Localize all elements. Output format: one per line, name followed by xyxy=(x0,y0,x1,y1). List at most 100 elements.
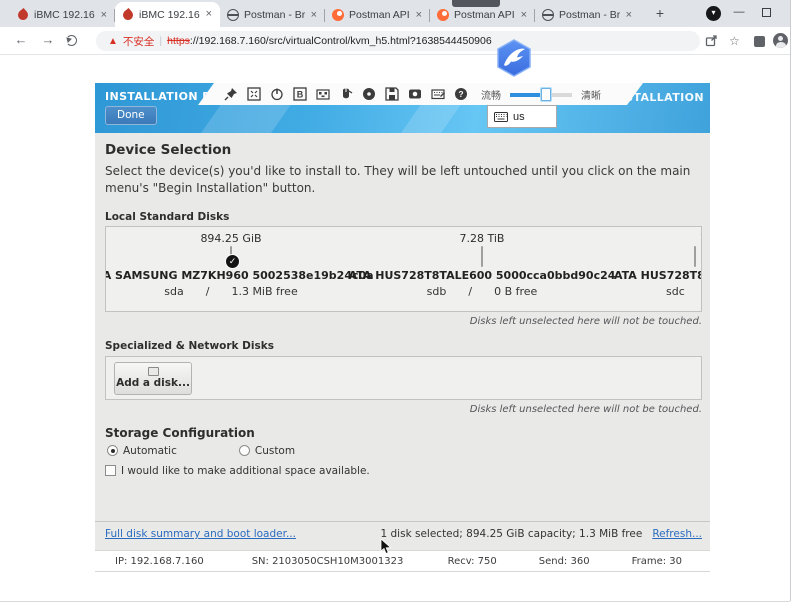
tab-close-icon[interactable]: × xyxy=(520,10,528,21)
svg-text:?: ? xyxy=(458,89,463,99)
globe-favicon xyxy=(542,9,554,21)
globe-favicon xyxy=(227,9,239,21)
disk-sda[interactable]: 894.25 GiB ✓ ATA SAMSUNG MZ7KH960 500253… xyxy=(106,232,356,311)
storage-configuration-heading: Storage Configuration xyxy=(105,426,710,440)
tab-close-icon[interactable]: × xyxy=(310,10,318,21)
minimize-button[interactable]: — xyxy=(726,4,752,22)
intro-text: Select the device(s) you'd like to insta… xyxy=(105,163,696,198)
window-bottom-edge xyxy=(0,601,790,602)
network-disks-label: Specialized & Network Disks xyxy=(105,340,710,352)
disk-size: 7 xyxy=(700,232,702,245)
disk-drive-icon: ✓ xyxy=(230,247,232,266)
tab-ibmc-1[interactable]: iBMC 192.168.7.16 × xyxy=(10,3,115,27)
local-disks-box: 894.25 GiB ✓ ATA SAMSUNG MZ7KH960 500253… xyxy=(105,226,702,312)
radio-custom-label: Custom xyxy=(255,445,295,457)
bookmark-star-icon[interactable]: ☆ xyxy=(729,34,740,48)
profile-avatar[interactable] xyxy=(773,33,788,48)
keyboard-layout-label: us xyxy=(513,111,525,123)
back-icon[interactable]: ← xyxy=(12,32,30,47)
url-scheme: https xyxy=(167,35,190,47)
window-right-edge xyxy=(790,0,791,601)
security-label[interactable]: 不安全 xyxy=(123,34,155,49)
radio-automatic[interactable]: Automatic xyxy=(107,445,177,457)
screen: iBMC 192.168.7.16 × iBMC 192.168.7.16 × … xyxy=(0,0,807,607)
disk-dev: sda xyxy=(164,285,183,298)
disk-name: ATA SAMSUNG MZ7KH960 5002538e19b24c0a xyxy=(105,269,374,282)
reload-icon[interactable] xyxy=(66,35,77,46)
record-video-icon[interactable] xyxy=(408,87,422,101)
tab-title: iBMC 192.168.7.16 xyxy=(34,9,95,21)
status-frame: Frame: 30 xyxy=(632,556,682,567)
help-icon[interactable]: ? xyxy=(454,87,468,101)
quality-smooth-label: 流畅 xyxy=(481,87,501,102)
tab-postman-api-1[interactable]: Postman API Platfo × xyxy=(325,3,430,27)
refresh-link[interactable]: Refresh... xyxy=(652,528,702,540)
add-disk-label: Add a disk... xyxy=(116,377,190,389)
quality-sharp-label: 清晰 xyxy=(581,87,601,102)
tab-close-icon[interactable]: × xyxy=(415,10,423,21)
slider-handle[interactable] xyxy=(541,88,551,101)
url-rest: ://192.168.7.160/src/virtualControl/kvm_… xyxy=(190,35,492,47)
done-button[interactable]: Done xyxy=(105,106,157,125)
quality-slider[interactable] xyxy=(510,88,572,101)
tab-postman-browse-2[interactable]: Postman - Browse × xyxy=(535,3,640,27)
tab-postman-browse-1[interactable]: Postman - Browse × xyxy=(220,3,325,27)
extensions-icon[interactable] xyxy=(754,36,765,47)
selection-summary: 1 disk selected; 894.25 GiB capacity; 1.… xyxy=(381,528,643,540)
unselected-note: Disks left unselected here will not be t… xyxy=(95,316,702,327)
keyboard-layout-indicator[interactable]: us xyxy=(487,105,557,128)
b-key-icon[interactable]: B xyxy=(293,87,307,101)
address-input[interactable]: ▲ 不安全 | https://192.168.7.160/src/virtua… xyxy=(96,31,700,51)
tab-close-icon[interactable]: × xyxy=(100,10,108,21)
disk-free: 0 B free xyxy=(494,285,537,298)
add-disk-button[interactable]: Add a disk... xyxy=(114,362,192,395)
status-sn: SN: 2103050CSH10M3001323 xyxy=(252,556,404,567)
checkbox-icon[interactable] xyxy=(105,465,116,476)
radio-unselected-icon[interactable] xyxy=(239,445,250,456)
tab-title: Postman API Platfo xyxy=(454,9,515,21)
kvm-toolbar: B xyxy=(198,83,643,105)
disk-name: ATA HUS728T8TAL xyxy=(614,269,702,282)
tab-close-icon[interactable]: × xyxy=(205,9,213,20)
maximize-button[interactable] xyxy=(762,8,771,17)
power-icon[interactable] xyxy=(270,87,284,101)
kvm-viewer: INSTALLATION DESTINATION STALLATION Done… xyxy=(95,83,710,572)
additional-space-option[interactable]: I would like to make additional space av… xyxy=(105,465,710,477)
full-disk-summary-link[interactable]: Full disk summary and boot loader... xyxy=(105,528,296,540)
tab-ibmc-2-active[interactable]: iBMC 192.168.7.16 × xyxy=(115,2,220,27)
floppy-save-icon[interactable] xyxy=(385,87,399,101)
cd-media-icon[interactable] xyxy=(362,87,376,101)
disk-mount: / xyxy=(468,285,472,298)
radio-selected-icon[interactable] xyxy=(107,445,118,456)
network-disks-box: Add a disk... xyxy=(105,356,702,400)
forward-icon[interactable]: → xyxy=(39,32,57,47)
virtual-keyboard-icon[interactable] xyxy=(431,87,445,101)
address-separator: | xyxy=(159,35,162,47)
unselected-note: Disks left unselected here will not be t… xyxy=(95,404,702,415)
disk-sdc-clipped[interactable]: 7 ATA HUS728T8TAL sdc xyxy=(608,232,702,311)
slider-fill xyxy=(510,93,544,97)
selected-check-icon: ✓ xyxy=(225,254,240,269)
disk-sdb[interactable]: 7.28 TiB ATA HUS728T8TALE600 5000cca0bbd… xyxy=(356,232,608,311)
disk-dev: sdc xyxy=(666,285,685,298)
radio-automatic-label: Automatic xyxy=(123,445,177,457)
local-disks-label: Local Standard Disks xyxy=(105,211,710,223)
new-tab-button[interactable]: + xyxy=(650,4,670,24)
disk-drive-icon xyxy=(694,247,696,266)
tab-title: Postman - Browse xyxy=(559,9,620,21)
tab-close-icon[interactable]: × xyxy=(625,10,633,21)
thunder-download-icon[interactable] xyxy=(494,38,534,78)
tab-title: iBMC 192.168.7.16 xyxy=(139,9,200,21)
pin-icon[interactable] xyxy=(224,87,238,101)
keyboard-macro-icon[interactable] xyxy=(316,87,330,101)
radio-custom[interactable]: Custom xyxy=(239,445,295,457)
tab-postman-api-2[interactable]: Postman API Platfo × xyxy=(430,3,535,27)
ibmc-favicon xyxy=(17,9,29,21)
url-text: https://192.168.7.160/src/virtualControl… xyxy=(167,35,492,47)
disk-dev: sdb xyxy=(427,285,447,298)
mouse-icon[interactable] xyxy=(339,87,353,101)
fullscreen-icon[interactable] xyxy=(247,87,261,101)
status-send: Send: 360 xyxy=(539,556,590,567)
tab-menu-button[interactable]: ▾ xyxy=(706,6,721,21)
share-icon[interactable] xyxy=(705,34,718,47)
